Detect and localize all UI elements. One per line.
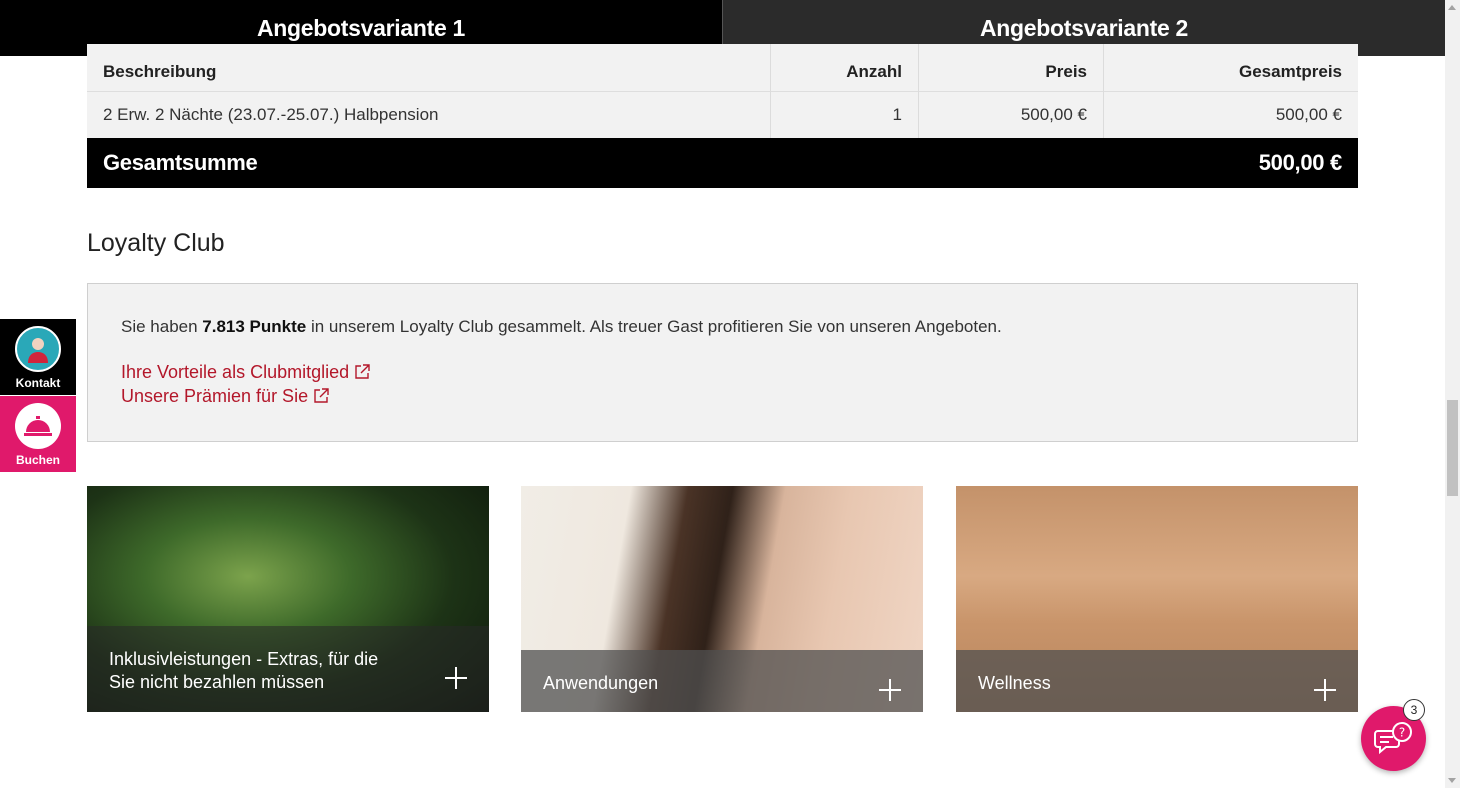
table-header-row: Beschreibung Anzahl Preis Gesamtpreis [87, 44, 1358, 91]
loyalty-text-after: in unserem Loyalty Club gesammelt. Als t… [306, 317, 1002, 336]
card-caption: Inklusivleistungen - Extras, für die Sie… [87, 626, 489, 712]
loyalty-points-text: Sie haben 7.813 Punkte in unserem Loyalt… [121, 316, 1324, 338]
total-value: 500,00 € [1258, 150, 1343, 175]
cell-price: 500,00 € [918, 91, 1104, 138]
person-icon [28, 338, 48, 363]
total-label: Gesamtsumme [103, 150, 258, 175]
card-caption-text: Anwendungen [543, 672, 659, 693]
plus-icon[interactable] [879, 679, 901, 701]
loyalty-text-before: Sie haben [121, 317, 203, 336]
card-wellness[interactable]: Wellness [956, 486, 1358, 712]
scrollbar[interactable] [1445, 0, 1460, 788]
external-link-icon [355, 364, 370, 379]
contact-label: Kontakt [15, 376, 61, 390]
contact-button[interactable]: Kontakt [0, 319, 76, 395]
header-gesamtpreis: Gesamtpreis [1103, 44, 1358, 91]
book-label: Buchen [15, 453, 60, 467]
contact-avatar [15, 326, 61, 372]
chat-help-icon: ? [1373, 721, 1412, 754]
card-caption-text: Wellness [978, 672, 1051, 693]
link-rewards-label: Unsere Prämien für Sie [121, 386, 309, 406]
cell-quantity: 1 [770, 91, 919, 138]
card-caption: Anwendungen [521, 650, 923, 712]
card-inclusive-services[interactable]: Inklusivleistungen - Extras, für die Sie… [87, 486, 489, 712]
card-caption-text: Inklusivleistungen - Extras, für die Sie… [109, 649, 379, 692]
card-treatments[interactable]: Anwendungen [521, 486, 923, 712]
link-club-benefits-label: Ihre Vorteile als Clubmitglied [121, 362, 350, 382]
book-button[interactable]: Buchen [0, 396, 76, 472]
svg-text:?: ? [1398, 725, 1404, 739]
plus-icon[interactable] [445, 667, 467, 689]
table-row: 2 Erw. 2 Nächte (23.07.-25.07.) Halbpens… [87, 91, 1358, 138]
cloche-icon [24, 416, 52, 436]
plus-icon[interactable] [1314, 679, 1336, 701]
cell-description: 2 Erw. 2 Nächte (23.07.-25.07.) Halbpens… [103, 104, 439, 124]
loyalty-club-heading: Loyalty Club [87, 229, 225, 257]
offer-table: Beschreibung Anzahl Preis Gesamtpreis 2 … [87, 44, 1358, 138]
scroll-down-arrow-icon[interactable] [1448, 778, 1456, 783]
link-club-benefits[interactable]: Ihre Vorteile als Clubmitglied [121, 360, 1324, 384]
header-preis: Preis [918, 44, 1104, 91]
cloche-circle [15, 403, 61, 449]
scroll-thumb[interactable] [1447, 400, 1458, 496]
card-caption: Wellness [956, 650, 1358, 712]
link-rewards[interactable]: Unsere Prämien für Sie [121, 384, 1324, 408]
loyalty-points: 7.813 Punkte [202, 317, 307, 336]
external-link-icon [314, 388, 329, 403]
loyalty-club-box: Sie haben 7.813 Punkte in unserem Loyalt… [87, 283, 1358, 442]
header-beschreibung: Beschreibung [103, 62, 217, 82]
cell-total-price: 500,00 € [1103, 91, 1358, 138]
header-anzahl: Anzahl [770, 44, 919, 91]
scroll-up-arrow-icon[interactable] [1448, 5, 1456, 10]
total-sum-row: Gesamtsumme 500,00 € [87, 138, 1358, 188]
chat-notification-badge: 3 [1403, 699, 1425, 721]
